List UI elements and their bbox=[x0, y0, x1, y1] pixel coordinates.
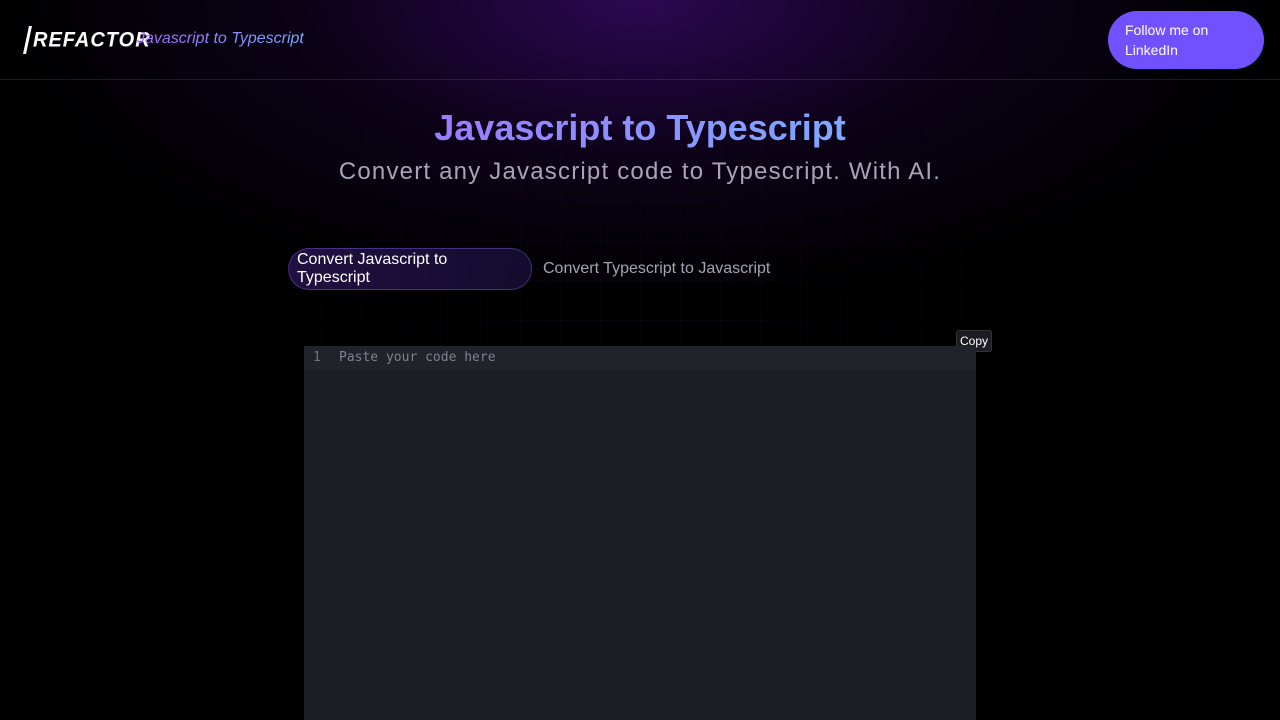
page-title-text: Javascript to Typescript bbox=[434, 107, 846, 148]
top-navbar: REFACTOR Javascript to Typescript Follow… bbox=[0, 0, 1280, 80]
code-editor[interactable]: 1 Paste your code here bbox=[304, 346, 976, 720]
page-subtitle: Convert any Javascript code to Typescrip… bbox=[338, 158, 942, 185]
editor-active-line: 1 Paste your code here bbox=[304, 346, 976, 370]
header-subtitle: Javascript to Typescript bbox=[137, 30, 304, 47]
code-input-placeholder[interactable]: Paste your code here bbox=[339, 346, 496, 370]
linkedin-follow-button[interactable]: Follow me on LinkedIn bbox=[1108, 11, 1264, 69]
tab-js-to-ts[interactable]: Convert Javascript to Typescript bbox=[288, 248, 532, 290]
logo-text: REFACTOR bbox=[33, 27, 151, 52]
page: REFACTOR Javascript to Typescript Follow… bbox=[0, 0, 1280, 720]
page-title: Javascript to Typescript bbox=[0, 106, 1280, 150]
refactor-logo[interactable]: REFACTOR bbox=[23, 25, 151, 55]
line-number: 1 bbox=[313, 350, 321, 365]
tab-ts-to-js[interactable]: Convert Typescript to Javascript bbox=[543, 248, 770, 290]
logo-slash-icon bbox=[23, 26, 32, 54]
